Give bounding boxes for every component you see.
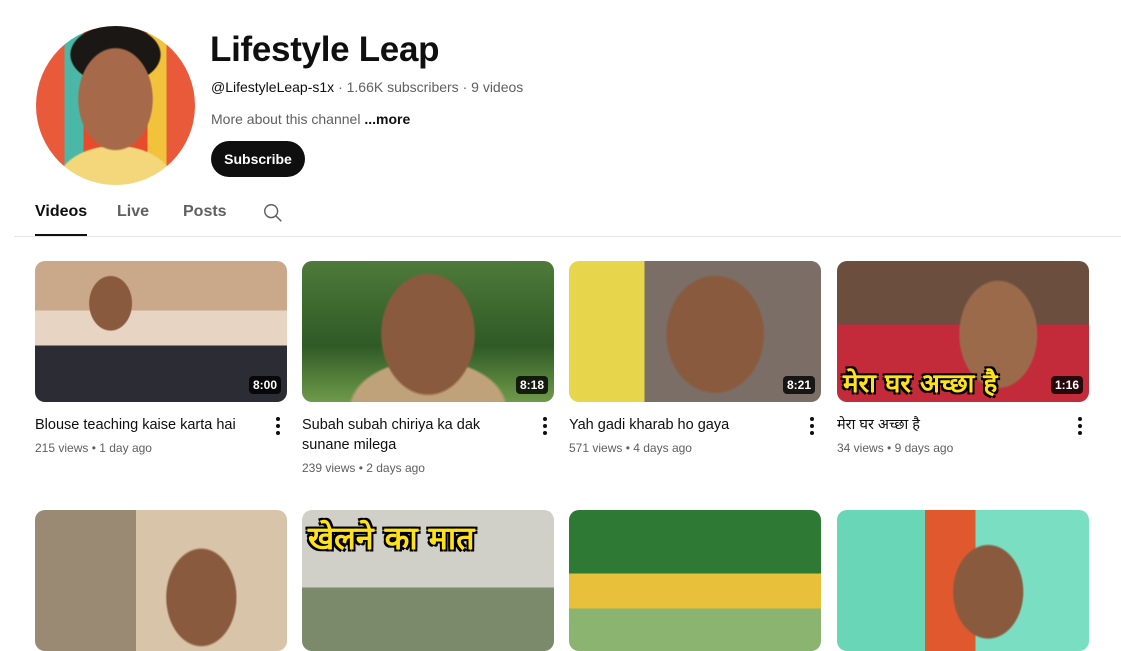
upload-date: 1 day ago xyxy=(99,441,152,455)
more-link[interactable]: ...more xyxy=(364,111,410,127)
subscribe-button[interactable]: Subscribe xyxy=(211,141,305,177)
duration-badge: 8:18 xyxy=(515,376,548,394)
channel-meta: @LifestyleLeap-s1x · 1.66K subscribers ·… xyxy=(211,79,524,95)
duration-badge: 8:21 xyxy=(782,376,815,394)
upload-date: 4 days ago xyxy=(633,441,692,455)
search-icon[interactable] xyxy=(262,202,284,224)
video-meta: 239 views • 2 days ago xyxy=(302,461,425,475)
channel-about[interactable]: More about this channel ...more xyxy=(211,110,410,128)
channel-tabs: Videos Live Posts xyxy=(14,198,1121,237)
video-title[interactable]: Yah gadi kharab ho gaya xyxy=(569,415,791,435)
video-title[interactable]: मेरा घर अच्छा है xyxy=(837,415,1059,435)
video-thumbnail[interactable]: 8:18 xyxy=(302,261,554,402)
video-meta: 571 views • 4 days ago xyxy=(569,441,692,455)
upload-date: 2 days ago xyxy=(366,461,425,475)
more-options-icon[interactable] xyxy=(1077,417,1083,435)
video-card[interactable]: 8:18 Subah subah chiriya ka dak sunane m… xyxy=(302,261,554,475)
channel-handle: @LifestyleLeap-s1x xyxy=(211,79,335,95)
video-meta: 215 views • 1 day ago xyxy=(35,441,152,455)
video-title[interactable]: Subah subah chiriya ka dak sunane milega xyxy=(302,415,524,455)
video-thumbnail[interactable]: 8:21 xyxy=(569,261,821,402)
video-card[interactable]: मेरा घर अच्छा है 1:16 मेरा घर अच्छा है 3… xyxy=(837,261,1089,455)
more-options-icon[interactable] xyxy=(809,417,815,435)
channel-avatar xyxy=(36,26,195,185)
video-card[interactable] xyxy=(35,510,287,651)
view-count: 215 views xyxy=(35,441,89,455)
video-card[interactable]: 8:00 Blouse teaching kaise karta hai 215… xyxy=(35,261,287,455)
more-options-icon[interactable] xyxy=(542,417,548,435)
subscriber-count: 1.66K subscribers xyxy=(346,79,459,95)
video-card[interactable]: खेलने का मात xyxy=(302,510,554,651)
video-card[interactable] xyxy=(837,510,1089,651)
view-count: 34 views xyxy=(837,441,884,455)
thumbnail-overlay-text: खेलने का मात xyxy=(308,519,475,557)
video-count: 9 videos xyxy=(471,79,524,95)
video-card[interactable] xyxy=(569,510,821,651)
view-count: 239 views xyxy=(302,461,356,475)
video-thumbnail[interactable] xyxy=(569,510,821,651)
tab-live[interactable]: Live xyxy=(117,203,149,235)
video-card[interactable]: 8:21 Yah gadi kharab ho gaya 571 views •… xyxy=(569,261,821,455)
duration-badge: 1:16 xyxy=(1050,376,1083,394)
video-title[interactable]: Blouse teaching kaise karta hai xyxy=(35,415,257,435)
view-count: 571 views xyxy=(569,441,623,455)
channel-name: Lifestyle Leap xyxy=(210,30,440,69)
thumbnail-overlay-text: मेरा घर अच्छा है xyxy=(843,369,998,399)
duration-badge: 8:00 xyxy=(248,376,281,394)
video-thumbnail[interactable]: मेरा घर अच्छा है 1:16 xyxy=(837,261,1089,402)
tab-posts[interactable]: Posts xyxy=(183,203,227,235)
more-options-icon[interactable] xyxy=(275,417,281,435)
about-text: More about this channel xyxy=(211,111,361,127)
video-thumbnail[interactable]: 8:00 xyxy=(35,261,287,402)
video-thumbnail[interactable] xyxy=(837,510,1089,651)
video-thumbnail[interactable]: खेलने का मात xyxy=(302,510,554,651)
tab-videos[interactable]: Videos xyxy=(35,203,88,236)
video-meta: 34 views • 9 days ago xyxy=(837,441,954,455)
upload-date: 9 days ago xyxy=(894,441,954,455)
video-thumbnail[interactable] xyxy=(35,510,287,651)
